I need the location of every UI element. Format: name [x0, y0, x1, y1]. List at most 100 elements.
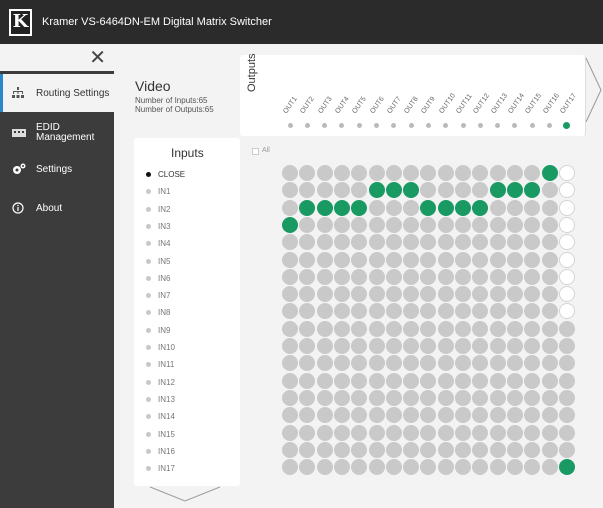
- matrix-crosspoint[interactable]: [368, 165, 385, 181]
- matrix-crosspoint[interactable]: [420, 216, 437, 233]
- matrix-crosspoint[interactable]: [420, 286, 437, 303]
- matrix-crosspoint[interactable]: [420, 182, 437, 199]
- matrix-crosspoint[interactable]: [368, 441, 385, 458]
- matrix-crosspoint[interactable]: [489, 372, 506, 389]
- matrix-crosspoint[interactable]: [420, 268, 437, 285]
- matrix-crosspoint[interactable]: [420, 338, 437, 354]
- matrix-crosspoint[interactable]: [489, 303, 506, 320]
- matrix-crosspoint[interactable]: [524, 286, 541, 303]
- matrix-crosspoint[interactable]: [420, 441, 437, 458]
- output-select-dot[interactable]: [356, 122, 362, 128]
- matrix-crosspoint[interactable]: [455, 268, 471, 285]
- matrix-crosspoint[interactable]: [420, 303, 437, 320]
- matrix-crosspoint[interactable]: [420, 407, 437, 424]
- matrix-crosspoint[interactable]: [368, 372, 385, 389]
- matrix-crosspoint[interactable]: [333, 216, 350, 233]
- matrix-crosspoint[interactable]: [558, 459, 575, 476]
- matrix-crosspoint[interactable]: [524, 251, 541, 268]
- matrix-crosspoint[interactable]: [455, 459, 471, 476]
- matrix-crosspoint[interactable]: [403, 216, 420, 233]
- matrix-crosspoint[interactable]: [316, 424, 333, 441]
- matrix-crosspoint[interactable]: [420, 459, 437, 476]
- matrix-crosspoint[interactable]: [437, 216, 454, 233]
- matrix-crosspoint[interactable]: [472, 441, 489, 458]
- matrix-crosspoint[interactable]: [558, 286, 575, 303]
- matrix-crosspoint[interactable]: [385, 389, 402, 406]
- matrix-crosspoint[interactable]: [316, 459, 333, 476]
- matrix-crosspoint[interactable]: [489, 199, 506, 216]
- matrix-crosspoint[interactable]: [506, 234, 523, 251]
- matrix-crosspoint[interactable]: [437, 234, 454, 251]
- matrix-crosspoint[interactable]: [403, 320, 420, 337]
- matrix-crosspoint[interactable]: [351, 234, 368, 251]
- matrix-crosspoint[interactable]: [558, 268, 575, 285]
- matrix-crosspoint[interactable]: [368, 389, 385, 406]
- matrix-crosspoint[interactable]: [403, 234, 420, 251]
- matrix-crosspoint[interactable]: [403, 182, 420, 199]
- matrix-crosspoint[interactable]: [506, 251, 523, 268]
- input-item[interactable]: IN16: [146, 447, 175, 456]
- matrix-crosspoint[interactable]: [455, 286, 471, 303]
- matrix-crosspoint[interactable]: [541, 320, 558, 337]
- matrix-crosspoint[interactable]: [455, 320, 471, 337]
- matrix-crosspoint[interactable]: [385, 303, 402, 320]
- matrix-crosspoint[interactable]: [558, 303, 575, 320]
- output-select-dot[interactable]: [477, 122, 483, 128]
- matrix-crosspoint[interactable]: [489, 251, 506, 268]
- matrix-crosspoint[interactable]: [299, 268, 316, 285]
- matrix-crosspoint[interactable]: [472, 389, 489, 406]
- matrix-crosspoint[interactable]: [403, 268, 420, 285]
- matrix-crosspoint[interactable]: [316, 338, 333, 354]
- matrix-crosspoint[interactable]: [472, 407, 489, 424]
- matrix-crosspoint[interactable]: [558, 234, 575, 251]
- matrix-crosspoint[interactable]: [403, 372, 420, 389]
- matrix-crosspoint[interactable]: [541, 286, 558, 303]
- input-item[interactable]: IN12: [146, 378, 175, 387]
- matrix-crosspoint[interactable]: [541, 441, 558, 458]
- matrix-crosspoint[interactable]: [403, 441, 420, 458]
- input-item[interactable]: IN3: [146, 222, 170, 231]
- matrix-crosspoint[interactable]: [282, 338, 298, 354]
- input-item[interactable]: IN7: [146, 291, 170, 300]
- output-select-dot[interactable]: [339, 122, 345, 128]
- matrix-crosspoint[interactable]: [333, 234, 350, 251]
- matrix-crosspoint[interactable]: [351, 199, 368, 216]
- matrix-crosspoint[interactable]: [541, 424, 558, 441]
- matrix-crosspoint[interactable]: [282, 303, 298, 320]
- matrix-crosspoint[interactable]: [282, 320, 298, 337]
- matrix-crosspoint[interactable]: [472, 199, 489, 216]
- matrix-crosspoint[interactable]: [541, 234, 558, 251]
- input-item[interactable]: IN1: [146, 187, 170, 196]
- input-item[interactable]: IN17: [146, 464, 175, 473]
- matrix-crosspoint[interactable]: [333, 355, 350, 372]
- matrix-crosspoint[interactable]: [524, 407, 541, 424]
- matrix-crosspoint[interactable]: [368, 199, 385, 216]
- matrix-crosspoint[interactable]: [385, 441, 402, 458]
- matrix-crosspoint[interactable]: [420, 424, 437, 441]
- matrix-crosspoint[interactable]: [506, 216, 523, 233]
- matrix-crosspoint[interactable]: [558, 424, 575, 441]
- matrix-crosspoint[interactable]: [351, 303, 368, 320]
- output-select-dot[interactable]: [425, 122, 431, 128]
- matrix-crosspoint[interactable]: [541, 216, 558, 233]
- matrix-crosspoint[interactable]: [506, 320, 523, 337]
- matrix-crosspoint[interactable]: [558, 320, 575, 337]
- matrix-crosspoint[interactable]: [541, 389, 558, 406]
- matrix-crosspoint[interactable]: [472, 424, 489, 441]
- matrix-crosspoint[interactable]: [403, 389, 420, 406]
- matrix-crosspoint[interactable]: [558, 355, 575, 372]
- matrix-crosspoint[interactable]: [506, 389, 523, 406]
- input-item[interactable]: IN14: [146, 412, 175, 421]
- matrix-crosspoint[interactable]: [472, 355, 489, 372]
- matrix-crosspoint[interactable]: [524, 199, 541, 216]
- matrix-crosspoint[interactable]: [472, 372, 489, 389]
- matrix-crosspoint[interactable]: [403, 286, 420, 303]
- matrix-crosspoint[interactable]: [351, 372, 368, 389]
- matrix-crosspoint[interactable]: [368, 234, 385, 251]
- matrix-crosspoint[interactable]: [403, 338, 420, 354]
- matrix-crosspoint[interactable]: [541, 459, 558, 476]
- next-inputs-arrow-icon[interactable]: [150, 486, 220, 502]
- matrix-crosspoint[interactable]: [316, 407, 333, 424]
- matrix-crosspoint[interactable]: [351, 355, 368, 372]
- output-select-dot[interactable]: [495, 122, 501, 128]
